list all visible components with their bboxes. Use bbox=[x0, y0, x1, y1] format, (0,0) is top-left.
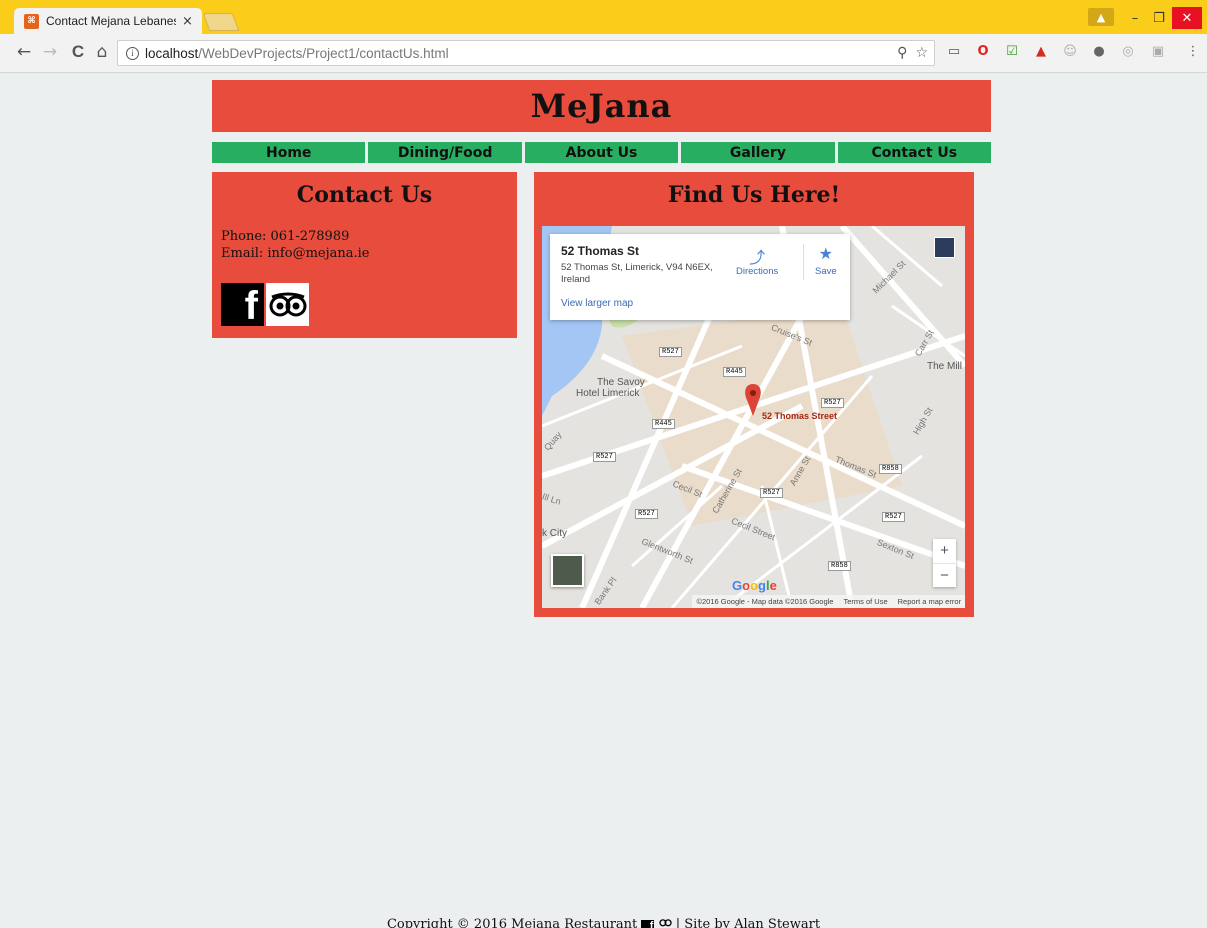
home-icon[interactable]: ⌂ bbox=[92, 42, 112, 62]
chrome-menu-icon[interactable]: ⋮ bbox=[1185, 43, 1201, 59]
road-badge: R858 bbox=[879, 464, 902, 474]
satellite-toggle-thumbnail[interactable] bbox=[551, 554, 584, 587]
place-info-card: 52 Thomas St 52 Thomas St, Limerick, V94… bbox=[550, 234, 850, 320]
contact-panel: Contact Us Phone: 061-278989 Email: info… bbox=[212, 172, 517, 338]
report-map-error-link[interactable]: Report a map error bbox=[898, 597, 961, 606]
bookmark-star-icon[interactable]: ☆ bbox=[915, 45, 928, 61]
save-label: Save bbox=[815, 266, 837, 277]
road-badge: R527 bbox=[659, 347, 682, 357]
terms-of-use-link[interactable]: Terms of Use bbox=[843, 597, 887, 606]
zoom-control: + − bbox=[933, 539, 956, 587]
extension-globe-icon[interactable]: ● bbox=[1091, 43, 1107, 59]
site-info-icon[interactable]: i bbox=[126, 46, 139, 60]
user-profile-icon[interactable]: ▲ bbox=[1088, 8, 1114, 26]
zoom-icon[interactable]: ⚲ bbox=[897, 45, 907, 61]
tab-title: Contact Mejana Lebanes bbox=[46, 14, 176, 28]
main-nav: Home Dining/Food About Us Gallery Contac… bbox=[212, 142, 992, 163]
acrobat-icon[interactable]: ▲ bbox=[1033, 43, 1049, 59]
site-header: MeJana bbox=[212, 80, 991, 132]
road-badge: R527 bbox=[882, 512, 905, 522]
nav-contact-us[interactable]: Contact Us bbox=[837, 142, 992, 163]
map-label: The Savoy bbox=[597, 377, 645, 388]
zoom-in-button[interactable]: + bbox=[933, 539, 956, 563]
site-logo[interactable]: MeJana bbox=[531, 87, 673, 125]
email-text: Email: info@mejana.ie bbox=[221, 246, 370, 261]
opera-icon[interactable]: O bbox=[975, 43, 991, 59]
nav-gallery[interactable]: Gallery bbox=[681, 142, 835, 163]
url-text: localhost/WebDevProjects/Project1/contac… bbox=[145, 45, 449, 61]
google-map-embed[interactable]: The Savoy Hotel Limerick The Mill Cruise… bbox=[542, 226, 965, 608]
minimize-button[interactable]: – bbox=[1124, 7, 1146, 29]
close-window-button[interactable]: ✕ bbox=[1172, 7, 1202, 29]
social-links: f bbox=[221, 283, 309, 326]
view-larger-map-link[interactable]: View larger map bbox=[561, 298, 633, 309]
xampp-favicon-icon: ⌘ bbox=[24, 13, 39, 29]
save-button[interactable]: ★ Save bbox=[815, 244, 837, 277]
find-us-heading: Find Us Here! bbox=[667, 182, 841, 208]
card-divider bbox=[803, 244, 804, 280]
site-footer: Copyright © 2016 Mejana Restaurant f | S… bbox=[0, 916, 1207, 928]
zoom-out-button[interactable]: − bbox=[933, 563, 956, 587]
footer-credit: | Site by Alan Stewart bbox=[675, 917, 821, 928]
maximize-button[interactable]: ❐ bbox=[1148, 7, 1170, 29]
road-badge: R858 bbox=[828, 561, 851, 571]
browser-tab[interactable]: ⌘ Contact Mejana Lebanes × bbox=[14, 8, 202, 34]
browser-toolbar: ← → C ⌂ i localhost/WebDevProjects/Proje… bbox=[0, 34, 1207, 73]
google-logo: Google bbox=[732, 578, 777, 593]
road-badge: R527 bbox=[821, 398, 844, 408]
extension-circle-icon[interactable]: ◎ bbox=[1120, 43, 1136, 59]
cast-icon[interactable]: ▭ bbox=[946, 43, 962, 59]
map-pin-label[interactable]: 52 Thomas Street bbox=[762, 411, 837, 421]
map-label: The Mill bbox=[927, 361, 963, 372]
street-view-person-icon[interactable] bbox=[934, 237, 955, 258]
nav-about-us[interactable]: About Us bbox=[524, 142, 679, 163]
directions-label: Directions bbox=[736, 266, 779, 277]
star-icon: ★ bbox=[818, 246, 833, 263]
road-badge: R527 bbox=[593, 452, 616, 462]
road-badge: R445 bbox=[723, 367, 746, 377]
reload-icon[interactable]: C bbox=[68, 42, 88, 62]
place-address: 52 Thomas St, Limerick, V94 N6EX, Irelan… bbox=[561, 262, 713, 285]
contact-heading: Contact Us bbox=[296, 182, 433, 208]
tab-close-icon[interactable]: × bbox=[182, 14, 193, 29]
map-label: k City bbox=[542, 528, 567, 539]
find-us-panel: Find Us Here! The Savoy Hotel Limerick T… bbox=[534, 172, 974, 617]
road-badge: R527 bbox=[760, 488, 783, 498]
map-attribution: ©2016 Google - Map data ©2016 Google Ter… bbox=[692, 595, 965, 608]
directions-icon: ⤴ bbox=[749, 250, 766, 267]
extension-box-icon[interactable]: ▣ bbox=[1150, 43, 1166, 59]
extension-face-icon[interactable]: ☺ bbox=[1062, 43, 1078, 59]
address-bar[interactable]: i localhost/WebDevProjects/Project1/cont… bbox=[117, 40, 935, 66]
map-label: Hotel Limerick bbox=[576, 388, 640, 399]
checkbox-extension-icon[interactable]: ☑ bbox=[1004, 43, 1020, 59]
back-arrow-icon[interactable]: ← bbox=[14, 42, 34, 62]
road-badge: R445 bbox=[652, 419, 675, 429]
directions-button[interactable]: ⤴ Directions bbox=[736, 244, 778, 277]
footer-tripadvisor-icon[interactable] bbox=[658, 916, 672, 928]
nav-home[interactable]: Home bbox=[212, 142, 366, 163]
facebook-icon[interactable]: f bbox=[221, 283, 264, 326]
map-copyright: ©2016 Google - Map data ©2016 Google bbox=[696, 597, 834, 606]
browser-tab-strip: ⌘ Contact Mejana Lebanes × ▲ – ❐ ✕ bbox=[0, 0, 1207, 34]
footer-copyright: Copyright © 2016 Mejana Restaurant bbox=[386, 917, 638, 928]
place-title: 52 Thomas St bbox=[561, 244, 640, 258]
tripadvisor-icon[interactable] bbox=[266, 283, 309, 326]
nav-dining-food[interactable]: Dining/Food bbox=[368, 142, 522, 163]
forward-arrow-icon[interactable]: → bbox=[40, 42, 60, 62]
phone-text: Phone: 061-278989 bbox=[221, 229, 350, 244]
footer-facebook-icon[interactable]: f bbox=[641, 920, 655, 928]
new-tab-button[interactable] bbox=[202, 13, 240, 31]
road-badge: R527 bbox=[635, 509, 658, 519]
